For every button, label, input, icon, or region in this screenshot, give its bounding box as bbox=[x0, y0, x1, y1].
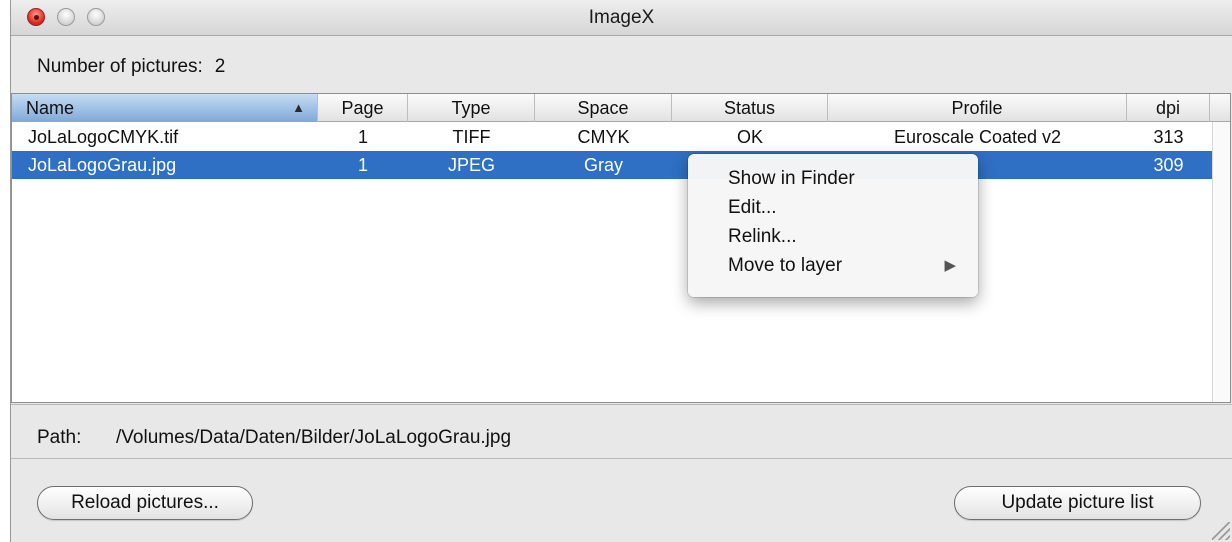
cell-type: JPEG bbox=[447, 155, 495, 175]
table-row-selected[interactable]: JoLaLogoGrau.jpg 1 JPEG Gray 309 bbox=[12, 151, 1230, 179]
cell-name: JoLaLogoGrau.jpg bbox=[28, 155, 177, 175]
column-header-profile[interactable]: Profile bbox=[828, 94, 1127, 122]
cell-dpi: 313 bbox=[1153, 127, 1184, 147]
menu-item-show-in-finder[interactable]: Show in Finder bbox=[688, 164, 978, 193]
column-header-dpi[interactable]: dpi bbox=[1127, 94, 1210, 122]
context-menu: Show in Finder Edit... Relink... Move to… bbox=[688, 154, 978, 297]
menu-item-edit[interactable]: Edit... bbox=[688, 193, 978, 222]
picture-count-label: Number of pictures: bbox=[37, 56, 203, 77]
cell-status: OK bbox=[736, 127, 763, 147]
table-header: Name ▲ Page Type Space Status Profile dp… bbox=[12, 94, 1230, 122]
cell-space: CMYK bbox=[577, 127, 630, 147]
picture-count: Number of pictures: 2 bbox=[37, 56, 225, 78]
picture-count-value: 2 bbox=[214, 56, 226, 77]
column-header-name[interactable]: Name ▲ bbox=[12, 94, 318, 122]
menu-item-move-to-layer[interactable]: Move to layer ▶ bbox=[688, 251, 978, 280]
cell-space: Gray bbox=[583, 155, 623, 175]
update-picture-list-button[interactable]: Update picture list bbox=[954, 486, 1201, 520]
divider bbox=[11, 458, 1232, 459]
vertical-scrollbar[interactable] bbox=[1212, 122, 1230, 402]
cell-name: JoLaLogoCMYK.tif bbox=[28, 127, 179, 147]
sort-ascending-icon: ▲ bbox=[292, 100, 305, 115]
pictures-table: Name ▲ Page Type Space Status Profile dp… bbox=[11, 93, 1231, 403]
cell-page: 1 bbox=[357, 155, 368, 175]
column-header-page[interactable]: Page bbox=[318, 94, 408, 122]
submenu-arrow-icon: ▶ bbox=[944, 257, 956, 274]
path-label: Path: bbox=[37, 427, 82, 448]
column-header-type[interactable]: Type bbox=[408, 94, 535, 122]
menu-item-move-to-layer-label: Move to layer bbox=[728, 255, 843, 276]
resize-grip-icon[interactable] bbox=[1212, 522, 1230, 540]
table-row[interactable]: JoLaLogoCMYK.tif 1 TIFF CMYK OK Euroscal… bbox=[12, 123, 1230, 151]
divider bbox=[11, 404, 1232, 405]
menu-item-relink[interactable]: Relink... bbox=[688, 222, 978, 251]
cell-profile: Euroscale Coated v2 bbox=[893, 127, 1062, 147]
window-title: ImageX bbox=[588, 7, 655, 28]
cell-dpi: 309 bbox=[1153, 155, 1184, 175]
path-value: /Volumes/Data/Daten/Bilder/JoLaLogoGrau.… bbox=[116, 427, 512, 448]
cell-type: TIFF bbox=[452, 127, 491, 147]
imagex-window: ImageX Number of pictures: 2 Name ▲ Page … bbox=[10, 0, 1232, 542]
column-header-status[interactable]: Status bbox=[672, 94, 828, 122]
cell-page: 1 bbox=[357, 127, 368, 147]
title-bar[interactable]: ImageX bbox=[11, 0, 1232, 36]
column-header-space[interactable]: Space bbox=[535, 94, 672, 122]
reload-pictures-button[interactable]: Reload pictures... bbox=[37, 486, 253, 520]
